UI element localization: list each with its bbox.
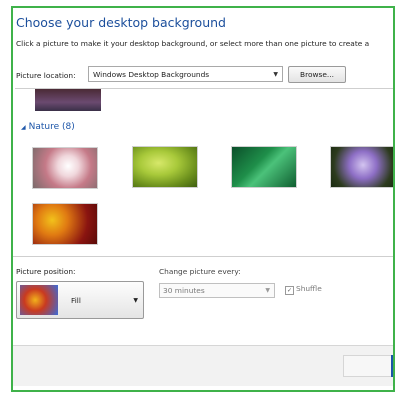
thumbnail-partial[interactable] (35, 89, 101, 111)
chevron-down-icon: ▼ (273, 71, 278, 78)
thumbnail-nature-2[interactable] (132, 146, 198, 188)
page-title: Choose your desktop background (16, 15, 226, 30)
save-changes-button[interactable] (343, 355, 393, 377)
chevron-down-icon: ▼ (133, 297, 138, 304)
picture-position-value: Fill (71, 296, 81, 305)
desktop-background-window: Choose your desktop background Click a p… (11, 6, 395, 392)
thumbnail-nature-3[interactable] (231, 146, 297, 188)
picture-gallery[interactable]: ◢ Nature (8) (15, 88, 393, 257)
thumbnail-nature-1[interactable] (32, 147, 98, 189)
change-picture-value: 30 minutes (163, 286, 205, 295)
page-subtitle: Click a picture to make it your desktop … (16, 39, 370, 48)
group-header-label: Nature (8) (28, 122, 75, 132)
shuffle-label: Shuffle (296, 284, 322, 293)
change-picture-label: Change picture every: (159, 267, 241, 276)
group-header-nature[interactable]: ◢ Nature (8) (21, 122, 75, 132)
checkbox-icon: ✓ (285, 286, 294, 295)
picture-location-dropdown[interactable]: Windows Desktop Backgrounds ▼ (88, 66, 283, 82)
picture-position-label: Picture position: (16, 267, 76, 276)
chevron-down-icon: ▼ (265, 287, 270, 294)
thumbnail-nature-5[interactable] (32, 203, 98, 245)
picture-position-dropdown[interactable]: Fill ▼ (16, 281, 144, 319)
change-picture-dropdown[interactable]: 30 minutes ▼ (159, 283, 275, 298)
position-preview-icon (20, 285, 58, 315)
picture-location-label: Picture location: (16, 71, 76, 80)
collapse-triangle-icon: ◢ (21, 124, 26, 131)
button-focus-edge (391, 355, 393, 377)
shuffle-checkbox[interactable]: ✓ Shuffle (285, 284, 322, 295)
picture-location-value: Windows Desktop Backgrounds (93, 70, 210, 79)
browse-button[interactable]: Browse... (288, 66, 346, 83)
thumbnail-nature-4[interactable] (330, 146, 393, 188)
footer-bar (13, 346, 393, 386)
options-panel: Picture position: Fill ▼ Change picture … (13, 256, 393, 390)
